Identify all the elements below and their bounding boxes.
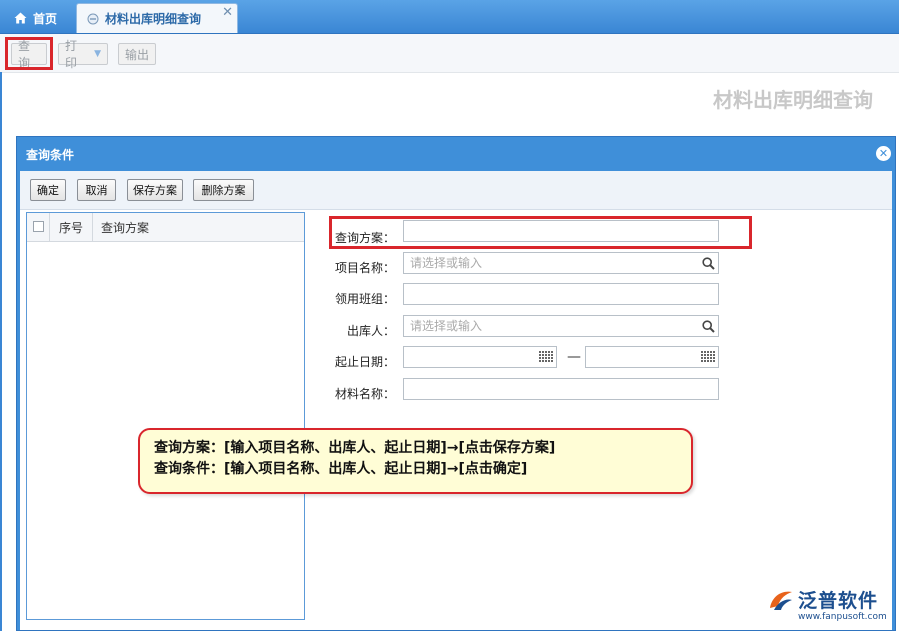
delete-plan-button[interactable]: 删除方案 <box>193 179 254 201</box>
team-label: 领用班组： <box>334 292 395 306</box>
chevron-down-icon[interactable]: ▼ <box>94 49 101 59</box>
date-range-separator: — <box>567 349 581 365</box>
team-input[interactable] <box>403 283 719 305</box>
callout-line-1: 查询方案：[输入项目名称、出库人、起止日期]→[点击保存方案] <box>154 440 556 456</box>
tab-home-label: 首页 <box>33 11 58 26</box>
dialog-toolbar: 确定 取消 保存方案 删除方案 <box>20 171 892 210</box>
tab-active-label: 材料出库明细查询 <box>105 12 202 26</box>
callout-line-2: 查询条件：[输入项目名称、出库人、起止日期]→[点击确定] <box>154 461 528 477</box>
issuer-input[interactable] <box>403 315 719 337</box>
material-label: 材料名称： <box>334 387 395 401</box>
tab-bar: 首页 材料出库明细查询 ✕ <box>0 0 899 34</box>
tab-home[interactable]: 首页 <box>4 3 72 33</box>
issuer-label: 出库人： <box>346 324 395 338</box>
left-border <box>0 72 2 631</box>
column-divider <box>49 213 50 241</box>
instruction-callout: 查询方案：[输入项目名称、出库人、起止日期]→[点击保存方案] 查询条件：[输入… <box>138 428 693 494</box>
dialog-body: 确定 取消 保存方案 删除方案 序号 查询方案 查询方案： 项目名称： 领用班组… <box>20 171 892 630</box>
select-all-checkbox[interactable] <box>33 221 44 232</box>
save-plan-button[interactable]: 保存方案 <box>127 179 183 201</box>
print-button[interactable]: 打印 ▼ <box>58 39 108 70</box>
tab-page-icon <box>87 13 99 25</box>
column-header-no[interactable]: 序号 <box>59 219 83 236</box>
main-toolbar: 查询 打印 ▼ 输出 <box>0 34 899 73</box>
logo-url: www.fanpusoft.com <box>798 612 887 622</box>
brand-logo: 泛普软件 www.fanpusoft.com <box>768 586 896 628</box>
search-icon[interactable] <box>700 255 716 271</box>
project-label: 项目名称： <box>334 261 395 275</box>
end-date-input[interactable] <box>585 346 719 368</box>
export-button[interactable]: 输出 <box>118 43 156 65</box>
cancel-button[interactable]: 取消 <box>77 179 116 201</box>
highlight-box-query <box>5 37 53 70</box>
dialog-title: 查询条件 <box>26 147 75 162</box>
logo-name: 泛普软件 <box>798 590 879 612</box>
calendar-icon[interactable] <box>700 349 716 365</box>
material-input[interactable] <box>403 378 719 400</box>
page-title: 材料出库明细查询 <box>713 88 873 112</box>
plan-list-panel: 序号 查询方案 <box>26 212 305 620</box>
project-input[interactable] <box>403 252 719 274</box>
column-divider <box>92 213 93 241</box>
column-header-plan[interactable]: 查询方案 <box>101 219 149 236</box>
dialog-header: 查询条件 ✕ <box>17 137 895 171</box>
tab-material-outbound-query[interactable]: 材料出库明细查询 ✕ <box>76 3 238 33</box>
plan-list-header: 序号 查询方案 <box>27 213 304 242</box>
confirm-button[interactable]: 确定 <box>30 179 66 201</box>
print-button-label: 打印 <box>65 39 78 70</box>
logo-icon <box>768 588 794 615</box>
date-range-label: 起止日期： <box>334 355 395 369</box>
calendar-icon[interactable] <box>538 349 554 365</box>
start-date-input[interactable] <box>403 346 557 368</box>
dialog-close-icon[interactable]: ✕ <box>876 146 891 161</box>
search-icon[interactable] <box>700 318 716 334</box>
query-conditions-dialog: 查询条件 ✕ 确定 取消 保存方案 删除方案 序号 查询方案 查询方案： 项目名… <box>16 136 896 631</box>
home-icon <box>14 12 27 24</box>
highlight-box-plan <box>329 216 752 249</box>
close-icon[interactable]: ✕ <box>222 5 233 20</box>
